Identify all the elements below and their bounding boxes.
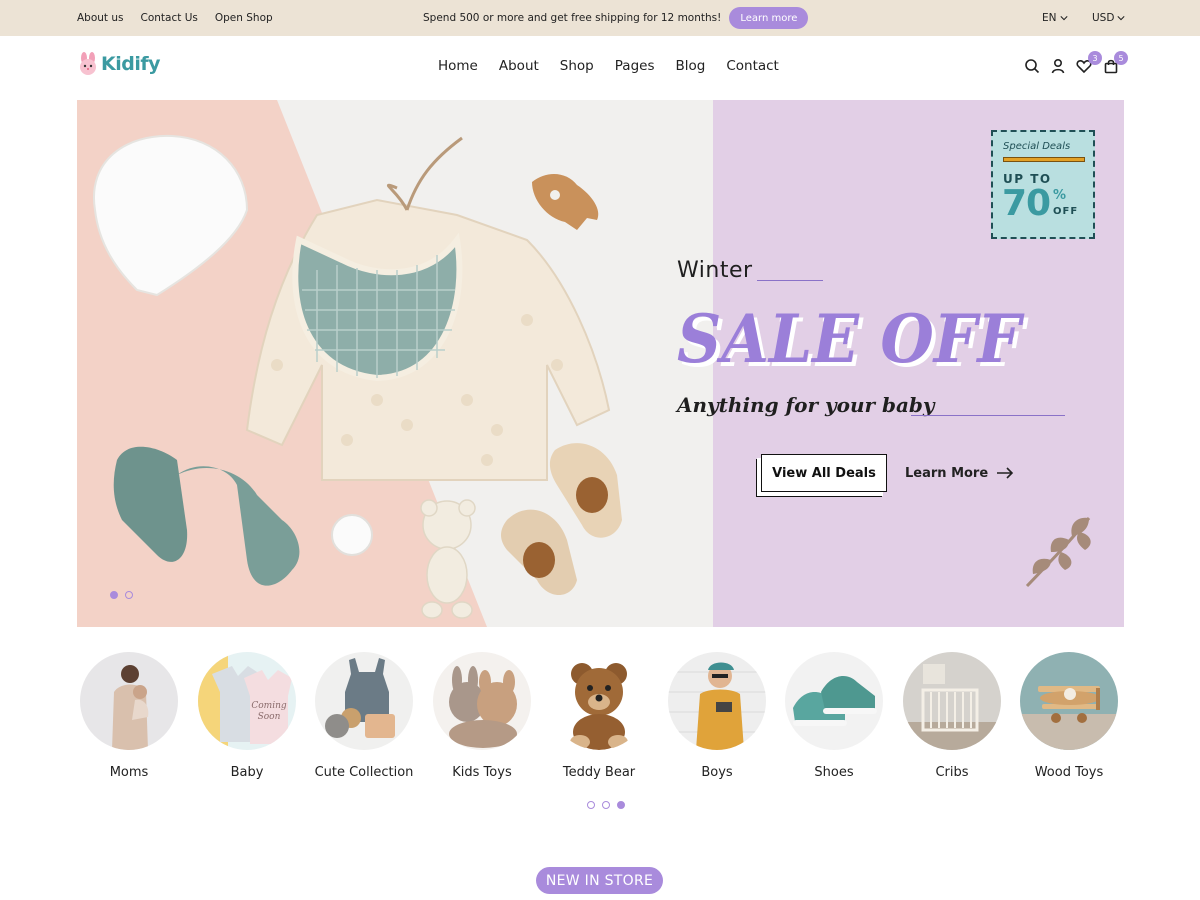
site-logo[interactable]: Kidify <box>77 52 161 76</box>
chevron-down-icon <box>1117 16 1126 21</box>
user-icon <box>1051 58 1065 74</box>
category-cribs[interactable]: Cribs <box>900 652 1004 780</box>
cart-button[interactable]: 5 <box>1103 51 1128 78</box>
deal-label: Special Deals <box>1003 141 1071 152</box>
svg-text:Soon: Soon <box>258 712 281 722</box>
category-label: Wood Toys <box>1034 765 1104 780</box>
boy-photo <box>668 652 766 750</box>
cart-count-badge: 5 <box>1114 51 1128 65</box>
category-page-dot-2[interactable] <box>602 801 610 809</box>
hero-slide-dot-1[interactable] <box>110 591 118 599</box>
crib-photo <box>903 652 1001 750</box>
special-deals-badge: Special Deals UP TO 70 % OFF <box>991 130 1095 239</box>
wishlist-count-badge: 3 <box>1088 51 1102 65</box>
wood-plane-photo <box>1020 652 1118 750</box>
nav-shop[interactable]: Shop <box>560 58 594 74</box>
category-baby[interactable]: Coming Soon Baby <box>195 652 299 780</box>
category-boys[interactable]: Boys <box>665 652 769 780</box>
hero-headline: SALE OFF SALE OFF <box>677 292 1077 384</box>
main-nav: Home About Shop Pages Blog Contact <box>438 58 779 74</box>
category-label: Teddy Bear <box>562 765 636 780</box>
search-icon <box>1025 59 1040 74</box>
language-value: EN <box>1042 12 1057 24</box>
nav-about[interactable]: About <box>499 58 539 74</box>
language-selector[interactable]: EN <box>1042 0 1068 36</box>
promo-banner: Spend 500 or more and get free shipping … <box>423 0 809 36</box>
category-carousel: Moms Coming Soon Baby Cute Collection Kid… <box>77 652 1124 792</box>
new-in-store-heading: NEW IN STORE <box>536 867 663 894</box>
promo-text: Spend 500 or more and get free shipping … <box>423 12 722 24</box>
open-shop-link[interactable]: Open Shop <box>215 12 273 24</box>
promo-learn-more-button[interactable]: Learn more <box>729 7 809 29</box>
search-button[interactable] <box>1024 58 1040 78</box>
hero-kicker: Winter <box>677 258 753 283</box>
category-teddy-bear[interactable]: Teddy Bear <box>547 652 651 780</box>
nav-home[interactable]: Home <box>438 58 478 74</box>
category-cute-collection[interactable]: Cute Collection <box>312 652 416 780</box>
chevron-down-icon <box>1059 16 1068 21</box>
wishlist-button[interactable]: 3 <box>1076 51 1102 78</box>
about-us-link[interactable]: About us <box>77 12 124 24</box>
category-label: Cribs <box>935 765 969 780</box>
hero-tagline: Anything for your baby <box>677 393 935 417</box>
plush-toys-photo <box>433 652 531 750</box>
learn-more-button[interactable]: Learn More <box>905 463 1014 483</box>
category-pagination <box>587 801 625 809</box>
category-page-dot-3[interactable] <box>617 801 625 809</box>
deal-off: OFF <box>1053 206 1079 217</box>
top-bar: About us Contact Us Open Shop Spend 500 … <box>0 0 1200 36</box>
category-moms[interactable]: Moms <box>77 652 181 780</box>
arrow-right-icon <box>997 467 1014 479</box>
baby-clothes-photo: Coming Soon <box>198 652 296 750</box>
category-label: Baby <box>230 765 264 780</box>
headline-text: SALE OFF <box>677 300 1025 378</box>
deal-divider <box>1003 157 1085 162</box>
category-label: Boys <box>701 765 733 780</box>
deal-percent: % <box>1053 188 1067 203</box>
kicker-underline <box>757 280 823 281</box>
account-button[interactable] <box>1050 58 1066 78</box>
currency-value: USD <box>1092 12 1115 24</box>
baby-clothes-flatlay-image <box>92 100 713 627</box>
category-label: Cute Collection <box>314 765 414 780</box>
nav-blog[interactable]: Blog <box>675 58 705 74</box>
contact-us-link[interactable]: Contact Us <box>141 12 198 24</box>
category-label: Kids Toys <box>452 765 512 780</box>
view-all-deals-button[interactable]: View All Deals <box>761 454 887 492</box>
currency-selector[interactable]: USD <box>1092 0 1126 36</box>
category-shoes[interactable]: Shoes <box>782 652 886 780</box>
category-label: Moms <box>109 765 149 780</box>
deal-value: 70 <box>1002 183 1051 224</box>
top-links: About us Contact Us Open Shop <box>77 0 273 36</box>
shoes-photo <box>785 652 883 750</box>
site-header: Kidify Home About Shop Pages Blog Contac… <box>0 36 1200 100</box>
learn-more-label: Learn More <box>905 465 989 481</box>
hero-image <box>77 100 713 627</box>
hero-pagination <box>110 591 133 599</box>
category-page-dot-1[interactable] <box>587 801 595 809</box>
svg-text:Coming: Coming <box>251 701 287 711</box>
bunny-logo-icon <box>80 52 96 75</box>
teddy-bear-photo <box>550 652 648 750</box>
mother-photo <box>80 652 178 750</box>
hero-slider: Special Deals UP TO 70 % OFF Winter SALE… <box>77 100 1124 627</box>
hero-slide-dot-2[interactable] <box>125 591 133 599</box>
nav-contact[interactable]: Contact <box>726 58 779 74</box>
leaf-decoration-icon <box>1025 517 1091 588</box>
logo-text: Kidify <box>101 53 161 75</box>
category-label: Shoes <box>814 765 854 780</box>
nav-pages[interactable]: Pages <box>615 58 655 74</box>
category-kids-toys[interactable]: Kids Toys <box>430 652 534 780</box>
toy-overalls-photo <box>315 652 413 750</box>
category-wood-toys[interactable]: Wood Toys <box>1017 652 1121 780</box>
tagline-underline <box>911 415 1065 416</box>
